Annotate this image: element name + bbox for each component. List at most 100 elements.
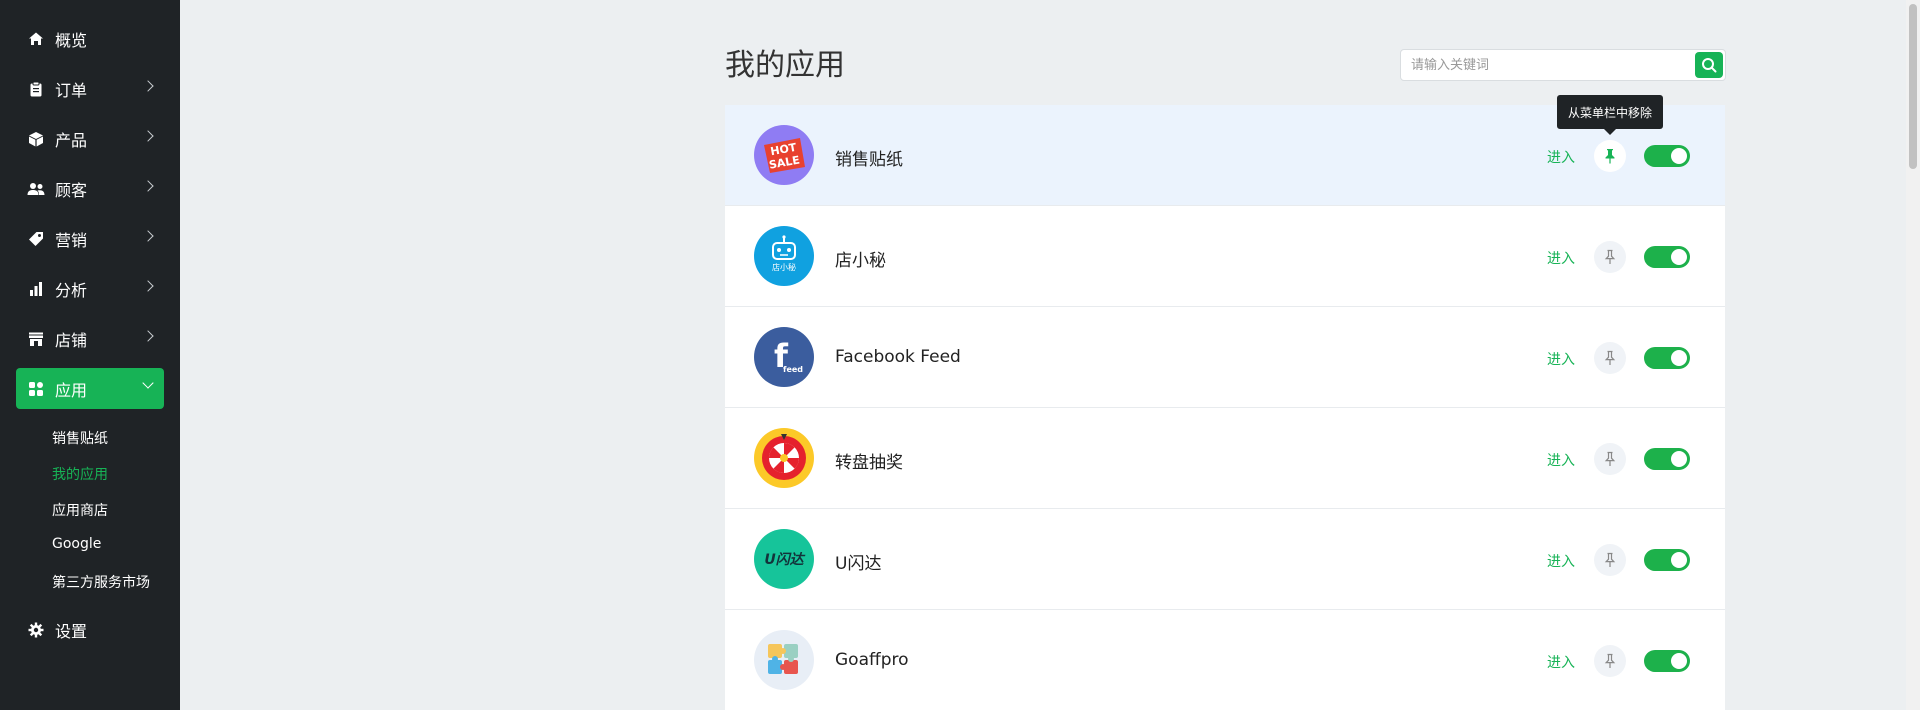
nav-item-store[interactable]: 店铺 [16,318,164,359]
chevron-right-icon [142,180,154,192]
page-title: 我的应用 [725,48,845,83]
app-row: 转盘抽奖 进入 [725,408,1725,509]
pin-outline-icon [1604,451,1616,466]
nav-label: 分析 [55,280,88,300]
app-name: Facebook Feed [835,347,961,367]
enable-toggle[interactable] [1644,650,1690,672]
users-icon [27,180,45,198]
store-icon [27,330,45,348]
pin-icon [1605,149,1615,164]
home-icon [27,30,45,48]
nav-label: 店铺 [55,330,88,350]
logo-text: feed [783,365,803,374]
toggle-knob [1671,249,1687,265]
app-name: Goaffpro [835,650,909,670]
apps-icon [27,380,45,398]
enter-link[interactable]: 进入 [1547,147,1575,167]
nav-item-settings[interactable]: 设置 [16,609,164,650]
app-row: Goaffpro 进入 [725,610,1725,710]
search-input[interactable] [1411,50,1691,80]
enable-toggle[interactable] [1644,145,1690,167]
sub-item-google[interactable]: Google [52,536,101,552]
nav-item-overview[interactable]: 概览 [16,18,164,59]
chevron-right-icon [142,280,154,292]
chevron-right-icon [142,130,154,142]
app-row: f feed Facebook Feed 进入 [725,307,1725,408]
pin-button[interactable] [1594,544,1626,576]
scrollbar[interactable] [1906,0,1920,710]
toggle-knob [1671,350,1687,366]
app-list: HOT SALE 销售贴纸 进入 店小秘 店小秘 进入 f feed Faceb… [725,105,1725,710]
nav-label: 订单 [55,80,88,100]
nav-item-apps[interactable]: 应用 [16,368,164,409]
clipboard-icon [27,80,45,98]
nav-item-customers[interactable]: 顾客 [16,168,164,209]
app-row: 店小秘 店小秘 进入 [725,206,1725,307]
pin-button[interactable] [1594,140,1626,172]
pin-outline-icon [1604,552,1616,567]
toggle-knob [1671,552,1687,568]
enable-toggle[interactable] [1644,246,1690,268]
sub-item-app-store[interactable]: 应用商店 [52,500,108,520]
enable-toggle[interactable] [1644,549,1690,571]
nav-label: 概览 [55,30,88,50]
search-button[interactable] [1695,52,1723,78]
facebook-feed-logo: f feed [754,327,814,387]
pin-outline-icon [1604,350,1616,365]
dianxiaomi-logo: 店小秘 [754,226,814,286]
tag-icon [27,230,45,248]
pin-outline-icon [1604,653,1616,668]
box-icon [27,130,45,148]
tooltip: 从菜单栏中移除 [1557,95,1663,135]
enter-link[interactable]: 进入 [1547,551,1575,571]
pin-button[interactable] [1594,241,1626,273]
nav-item-orders[interactable]: 订单 [16,68,164,109]
sub-item-my-apps[interactable]: 我的应用 [52,464,108,484]
enable-toggle[interactable] [1644,448,1690,470]
sidebar: 概览 订单 产品 顾客 营销 分析 店铺 应用 销售贴纸 我的应用 应用商店 G… [0,0,180,710]
ushanda-logo: U闪达 [754,529,814,589]
wheel-lottery-logo [754,428,814,488]
bar-chart-icon [27,280,45,298]
sub-item-third-party-market[interactable]: 第三方服务市场 [52,572,150,592]
main-content: 我的应用 HOT SALE 销售贴纸 进入 [180,0,1920,710]
chevron-right-icon [142,80,154,92]
nav-label: 应用 [55,380,88,400]
app-name: 销售贴纸 [835,150,903,170]
search-box [1400,49,1726,81]
pin-button[interactable] [1594,443,1626,475]
pin-button[interactable] [1594,342,1626,374]
toggle-knob [1671,451,1687,467]
sub-item-sale-sticker[interactable]: 销售贴纸 [52,428,108,448]
nav-label: 产品 [55,130,88,150]
chevron-down-icon [142,377,154,389]
toggle-knob [1671,653,1687,669]
enter-link[interactable]: 进入 [1547,652,1575,672]
gear-icon [27,621,45,639]
app-name: U闪达 [835,554,882,574]
enter-link[interactable]: 进入 [1547,349,1575,369]
logo-text: 店小秘 [772,262,796,272]
toggle-knob [1671,148,1687,164]
logo-text: U闪达 [764,552,805,568]
chevron-right-icon [142,330,154,342]
enter-link[interactable]: 进入 [1547,450,1575,470]
app-name: 转盘抽奖 [835,453,903,473]
sale-sticker-logo: HOT SALE [754,125,814,185]
enter-link[interactable]: 进入 [1547,248,1575,268]
enable-toggle[interactable] [1644,347,1690,369]
app-name: 店小秘 [835,251,886,271]
nav-item-analytics[interactable]: 分析 [16,268,164,309]
pin-outline-icon [1604,249,1616,264]
nav-label: 顾客 [55,180,88,200]
nav-label: 营销 [55,230,88,250]
nav-item-products[interactable]: 产品 [16,118,164,159]
goaffpro-logo [754,630,814,690]
pin-button[interactable] [1594,645,1626,677]
nav-item-marketing[interactable]: 营销 [16,218,164,259]
chevron-right-icon [142,230,154,242]
search-icon [1702,58,1717,73]
app-row: U闪达 U闪达 进入 [725,509,1725,610]
nav-label: 设置 [55,621,88,641]
scrollbar-thumb[interactable] [1909,4,1917,169]
